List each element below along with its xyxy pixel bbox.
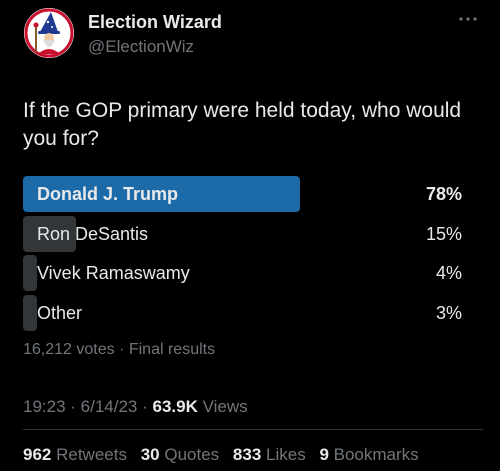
bookmarks-stat[interactable]: 9 Bookmarks [319, 445, 418, 464]
retweets-label: Retweets [51, 445, 127, 464]
views-count[interactable]: 63.9K [152, 397, 197, 416]
poll-option-ramaswamy: Vivek Ramaswamy 4% [23, 255, 468, 291]
poll-bar [23, 255, 38, 291]
divider [23, 429, 483, 430]
tweet-text: If the GOP primary were held today, who … [23, 99, 462, 150]
likes-count: 833 [232, 445, 262, 464]
poll-option-label: Donald J. Trump [37, 184, 179, 204]
bookmarks-count: 9 [319, 445, 329, 464]
quotes-label: Quotes [159, 445, 220, 464]
poll-option-percent: 15% [425, 224, 462, 244]
engagement-stats: 962 Retweets 30 Quotes 833 Likes 9 Bookm… [23, 445, 428, 465]
more-options-icon[interactable] [458, 14, 478, 24]
poll-option-percent: 3% [435, 303, 462, 323]
poll-meta: 16,212 votes · Final results [23, 341, 216, 358]
retweets-stat[interactable]: 962 Retweets [23, 445, 127, 464]
likes-stat[interactable]: 833 Likes [233, 445, 306, 464]
poll-option-label: Vivek Ramaswamy [37, 263, 190, 283]
poll-option-label: Ron DeSantis [37, 224, 149, 244]
quotes-count: 30 [140, 445, 160, 464]
bookmarks-label: Bookmarks [328, 445, 419, 464]
poll-option-percent: 78% [425, 184, 462, 204]
avatar[interactable] [24, 8, 74, 58]
poll-bar [23, 295, 37, 331]
views-label: Views [197, 397, 248, 416]
quotes-stat[interactable]: 30 Quotes [141, 445, 219, 464]
timestamp-text[interactable]: 19:23 · 6/14/23 · [23, 397, 152, 416]
poll-option-trump: Donald J. Trump 78% [23, 176, 468, 212]
poll-option-desantis: Ron DeSantis 15% [23, 216, 468, 252]
likes-label: Likes [261, 445, 306, 464]
tweet-timestamp: 19:23 · 6/14/23 · 63.9K Views [23, 397, 248, 417]
wizard-icon [24, 8, 74, 58]
poll-option-percent: 4% [435, 263, 462, 283]
retweets-count: 962 [23, 445, 52, 464]
poll-option-label: Other [37, 303, 83, 323]
user-handle[interactable]: @ElectionWiz [88, 37, 194, 57]
display-name[interactable]: Election Wizard [88, 12, 222, 33]
poll-option-other: Other 3% [23, 295, 468, 331]
